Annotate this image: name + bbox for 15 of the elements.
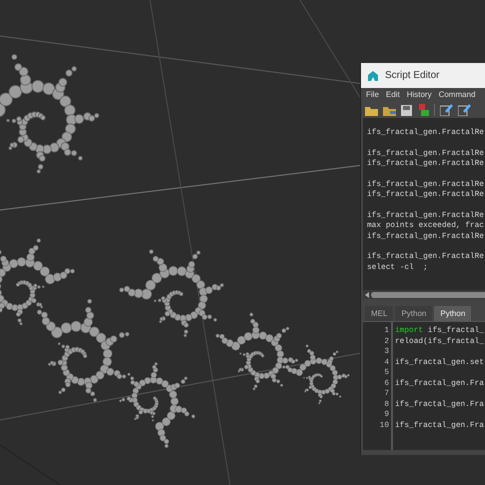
folder-icon[interactable] [383, 104, 396, 116]
menu-item[interactable]: File [366, 89, 379, 101]
fractal-fern-drawing [282, 344, 350, 404]
menu-item[interactable]: Edit [386, 89, 400, 101]
app-logo-icon [367, 70, 379, 82]
menu-item[interactable]: Command [438, 89, 476, 101]
folder-icon[interactable] [365, 104, 378, 116]
window-title: Script Editor [385, 69, 440, 83]
save-icon[interactable] [401, 104, 412, 116]
menu-item[interactable]: History [406, 89, 432, 101]
horizontal-scrollbar[interactable] [363, 290, 485, 299]
scrollbar-thumb[interactable] [371, 292, 485, 298]
tab[interactable]: Python [434, 306, 472, 321]
tab[interactable]: MEL [365, 306, 394, 321]
tab[interactable]: Python [395, 306, 432, 321]
